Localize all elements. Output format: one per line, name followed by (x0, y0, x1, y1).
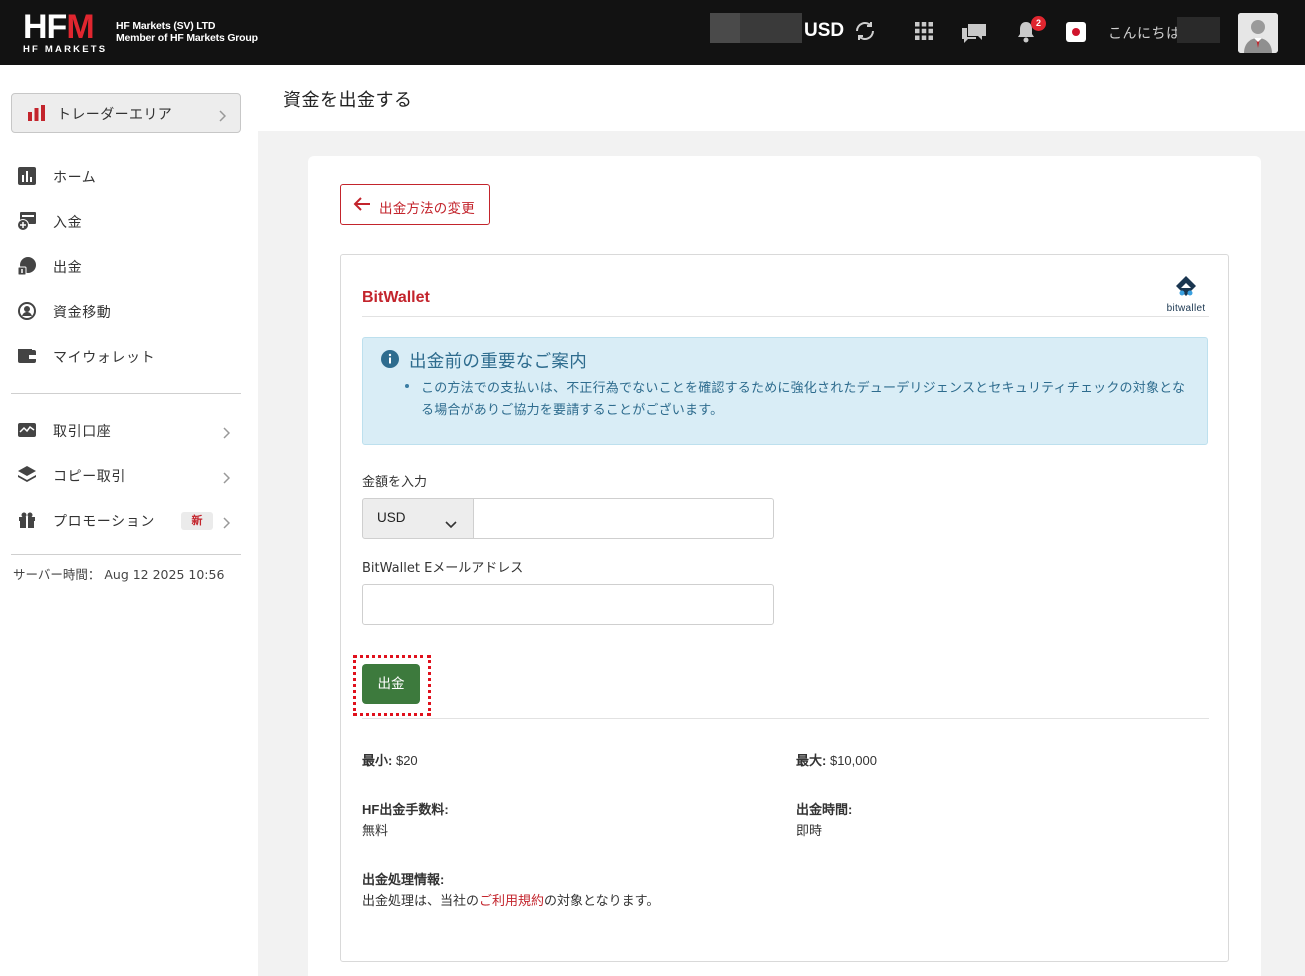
process-text-pre: 出金処理は、当社の (362, 893, 480, 908)
method-title: BitWallet (362, 289, 430, 306)
sidebar-item-copy-trading[interactable]: コピー取引 (0, 460, 258, 490)
username-redacted (1177, 17, 1220, 43)
sidebar-item-label: プロモーション (53, 514, 155, 530)
sidebar-item-label: 取引口座 (53, 424, 112, 440)
max-amount: 最大: $10,000 (796, 750, 877, 769)
chevron-right-icon (222, 469, 231, 488)
bitwallet-logo: bitwallet (1161, 275, 1211, 314)
max-value: $10,000 (829, 753, 877, 768)
apps-grid-icon[interactable] (915, 22, 933, 44)
sidebar-item-transfer[interactable]: 資金移動 (0, 296, 258, 326)
max-label: 最大: (796, 753, 827, 768)
page-title: 資金を出金する (283, 90, 413, 111)
trader-area-button[interactable]: トレーダーエリア (11, 93, 241, 133)
balance-redacted (710, 13, 802, 43)
terms-link[interactable]: ご利用規約 (479, 893, 544, 908)
japan-flag-icon[interactable] (1066, 22, 1086, 42)
company-group: Member of HF Markets Group (116, 32, 258, 44)
balance-currency: USD (804, 20, 845, 41)
notification-badge: 2 (1031, 16, 1046, 31)
sidebar-item-deposit[interactable]: 入金 (0, 206, 258, 236)
sidebar-item-label: マイウォレット (53, 350, 156, 366)
sidebar: トレーダーエリア ホーム 入金 出金 資金移動 マイウォレット 取引口座 コピー… (0, 65, 258, 976)
section-divider (362, 718, 1209, 719)
min-amount: 最小: $20 (362, 750, 418, 769)
currency-select[interactable]: USD (362, 498, 474, 539)
layers-icon (17, 465, 37, 485)
logo-hf: HF (23, 8, 67, 46)
wallet-icon (17, 346, 37, 366)
bullet-icon (405, 384, 411, 390)
bar-chart-icon (28, 105, 45, 125)
email-input[interactable] (362, 584, 774, 625)
sidebar-item-promotions[interactable]: プロモーション 新 (0, 505, 258, 535)
chevron-right-icon (222, 424, 231, 443)
company-name: HF Markets (SV) LTD (116, 20, 216, 32)
new-badge: 新 (181, 512, 213, 530)
sidebar-divider (11, 393, 241, 394)
amount-input[interactable] (474, 498, 774, 539)
sidebar-item-my-wallet[interactable]: マイウォレット (0, 341, 258, 371)
amount-label: 金額を入力 (362, 475, 428, 490)
trader-area-label: トレーダーエリア (57, 107, 173, 123)
refresh-icon[interactable] (853, 19, 877, 47)
info-icon (381, 350, 399, 372)
chevron-down-icon (445, 514, 457, 533)
chat-icon[interactable] (960, 22, 988, 48)
time-label: 出金時間: (796, 802, 853, 817)
transfer-icon (17, 301, 37, 321)
sidebar-divider (11, 554, 241, 555)
deposit-icon (17, 211, 37, 231)
time-value: 即時 (796, 823, 823, 838)
server-time: サーバー時間： Aug 12 2025 10:56 (13, 567, 225, 582)
withdraw-icon (17, 256, 37, 276)
alert-title: 出金前の重要なご案内 (409, 352, 587, 372)
gift-icon (17, 510, 37, 530)
user-greeting[interactable]: こんにちは (1108, 23, 1181, 43)
change-method-button[interactable]: 出金方法の変更 (340, 184, 490, 225)
min-value: $20 (395, 753, 418, 768)
sidebar-item-label: 入金 (53, 215, 83, 231)
change-method-label: 出金方法の変更 (379, 201, 475, 217)
method-panel: BitWallet bitwallet 出金前の重要なご案内 この方法での支払い… (340, 254, 1229, 962)
hfm-logo[interactable]: HFM HF MARKETS (23, 8, 108, 55)
process-label: 出金処理情報: (362, 872, 445, 887)
logo-m: M (66, 8, 94, 46)
section-divider (362, 316, 1209, 317)
min-label: 最小: (362, 753, 393, 768)
alert-body: この方法での支払いは、不正行為でないことを確認するために強化されたデューデリジェ… (421, 381, 1186, 418)
chevron-right-icon (218, 107, 227, 126)
important-notice-alert: 出金前の重要なご案内 この方法での支払いは、不正行為でないことを確認するために強… (362, 337, 1208, 445)
currency-select-value: USD (377, 510, 406, 525)
trading-account-icon (17, 420, 37, 440)
process-text-post: の対象となります。 (544, 893, 660, 908)
bitwallet-logo-text: bitwallet (1166, 303, 1206, 314)
sidebar-item-home[interactable]: ホーム (0, 161, 258, 191)
sidebar-item-trading-accounts[interactable]: 取引口座 (0, 415, 258, 445)
email-label: BitWallet Eメールアドレス (362, 561, 524, 576)
logo-subtitle: HF MARKETS (23, 44, 108, 55)
withdraw-submit-button[interactable]: 出金 (362, 664, 420, 704)
sidebar-item-label: コピー取引 (53, 469, 126, 485)
page-title-bar: 資金を出金する (258, 65, 1305, 131)
sidebar-item-withdraw[interactable]: 出金 (0, 251, 258, 281)
process-text: 出金処理は、当社のご利用規約の対象となります。 (362, 890, 659, 909)
sidebar-item-label: 資金移動 (53, 305, 112, 321)
top-header: HFM HF MARKETS HF Markets (SV) LTD Membe… (0, 0, 1305, 65)
sidebar-item-label: ホーム (53, 170, 97, 186)
bar-chart-icon (17, 166, 37, 186)
chevron-right-icon (222, 514, 231, 533)
sidebar-item-label: 出金 (53, 260, 83, 276)
avatar[interactable] (1238, 13, 1278, 53)
company-info: HF Markets (SV) LTD Member of HF Markets… (116, 20, 258, 44)
fee-label: HF出金手数料: (362, 802, 449, 817)
fee-value: 無料 (362, 823, 389, 838)
arrow-left-icon (353, 196, 371, 216)
withdraw-card: 出金方法の変更 BitWallet bitwallet 出金前の重要なご案内 こ… (308, 156, 1261, 976)
